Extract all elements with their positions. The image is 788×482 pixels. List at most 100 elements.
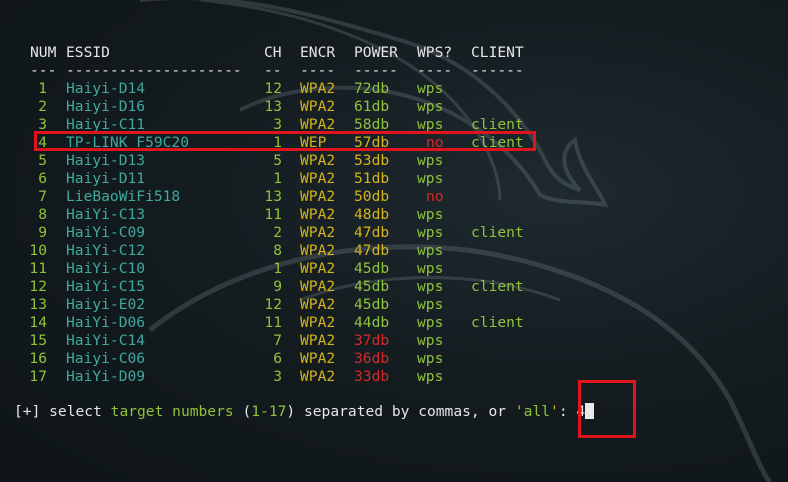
row-num: 10	[29, 242, 47, 259]
row-channel: 12	[264, 296, 282, 313]
row-power: 72db	[354, 80, 390, 97]
row-channel: 12	[264, 80, 282, 97]
row-power: 33db	[354, 368, 390, 385]
row-num: 2	[38, 98, 47, 115]
row-power: 48db	[354, 206, 390, 223]
row-power: 45db	[354, 260, 390, 277]
row-channel: 2	[273, 224, 282, 241]
row-encryption: WPA2	[300, 98, 336, 115]
row-essid: HaiYi-D09	[66, 368, 146, 385]
row-wps: wps	[417, 278, 444, 295]
row-wps: wps	[417, 98, 444, 115]
row-encryption: WPA2	[300, 368, 336, 385]
row-essid: Haiyi-E02	[66, 296, 146, 313]
separator-ch: --	[264, 62, 282, 79]
row-power: 51db	[354, 170, 390, 187]
prompt-colon: :	[558, 403, 577, 420]
row-channel: 1	[273, 170, 282, 187]
row-encryption: WPA2	[300, 332, 336, 349]
row-client: client	[471, 224, 524, 241]
separator-client: ------	[471, 62, 524, 79]
row-essid: Haiyi-D16	[66, 98, 146, 115]
row-num: 8	[38, 206, 47, 223]
row-wps: wps	[417, 368, 444, 385]
prompt-text-separated: ) separated by commas, or	[286, 403, 515, 420]
row-essid: Haiyi-D14	[66, 80, 146, 97]
row-num: 16	[29, 350, 47, 367]
row-num: 7	[38, 188, 47, 205]
row-power: 47db	[354, 242, 390, 259]
row-encryption: WPA2	[300, 350, 336, 367]
header-client: CLIENT	[471, 44, 524, 61]
header-wps: WPS?	[417, 44, 453, 61]
row-essid: LieBaoWiFi518	[66, 188, 181, 205]
row-wps: wps	[417, 80, 444, 97]
row-power: 53db	[354, 152, 390, 169]
row-client: client	[471, 314, 524, 331]
row-essid: HaiYi-D06	[66, 314, 146, 331]
separator-encr: ----	[300, 62, 336, 79]
row-wps: wps	[417, 206, 444, 223]
row-wps: wps	[417, 242, 444, 259]
row-power: 44db	[354, 314, 390, 331]
input-highlight	[578, 380, 636, 438]
row-channel: 11	[264, 206, 282, 223]
selected-target-highlight	[34, 131, 536, 151]
prompt-prefix: [+]	[14, 403, 41, 420]
separator-num: ---	[30, 62, 57, 79]
prompt-text-select: select	[40, 403, 111, 420]
row-essid: Haiyi-C06	[66, 350, 146, 367]
row-encryption: WPA2	[300, 80, 336, 97]
row-num: 9	[38, 224, 47, 241]
row-num: 17	[29, 368, 47, 385]
row-encryption: WPA2	[300, 242, 336, 259]
row-encryption: WPA2	[300, 188, 336, 205]
header-num: NUM	[30, 44, 57, 61]
row-power: 45db	[354, 278, 390, 295]
row-power: 36db	[354, 350, 390, 367]
row-encryption: WPA2	[300, 224, 336, 241]
row-num: 6	[38, 170, 47, 187]
row-channel: 5	[273, 152, 282, 169]
row-channel: 11	[264, 314, 282, 331]
row-num: 11	[29, 260, 47, 277]
terminal-window: NUM ESSID CH ENCR POWER WPS? CLIENT --- …	[0, 0, 788, 482]
prompt-open-paren: (	[233, 403, 252, 420]
row-wps: wps	[417, 152, 444, 169]
row-wps: wps	[417, 170, 444, 187]
row-power: 37db	[354, 332, 390, 349]
row-num: 12	[29, 278, 47, 295]
row-power: 45db	[354, 296, 390, 313]
row-encryption: WPA2	[300, 278, 336, 295]
row-num: 1	[38, 80, 47, 97]
row-essid: HaiYi-C13	[66, 206, 146, 223]
row-wps: wps	[417, 260, 444, 277]
header-essid: ESSID	[66, 44, 110, 61]
row-num: 13	[29, 296, 47, 313]
prompt-quote-open: '	[514, 403, 524, 420]
separator-power: -----	[354, 62, 398, 79]
row-wps: wps	[417, 332, 444, 349]
prompt-quote-close: '	[550, 403, 559, 420]
row-essid: HaiYi-C14	[66, 332, 146, 349]
row-wps: no	[426, 188, 444, 205]
row-wps: wps	[417, 224, 444, 241]
row-num: 15	[29, 332, 47, 349]
prompt-range: 1-17	[251, 403, 287, 420]
row-wps: wps	[417, 314, 444, 331]
header-ch: CH	[264, 44, 282, 61]
table-separator-row: --- -------------------- -- ---- ----- -…	[0, 62, 524, 80]
prompt-all-option: all	[523, 403, 551, 420]
row-client: client	[471, 278, 524, 295]
row-essid: HaiYi-C09	[66, 224, 146, 241]
row-wps: wps	[417, 350, 444, 367]
row-power: 61db	[354, 98, 390, 115]
row-encryption: WPA2	[300, 314, 336, 331]
row-channel: 13	[264, 188, 282, 205]
row-encryption: WPA2	[300, 206, 336, 223]
header-encr: ENCR	[300, 44, 336, 61]
row-power: 47db	[354, 224, 390, 241]
row-channel: 9	[273, 278, 282, 295]
row-encryption: WPA2	[300, 296, 336, 313]
row-num: 14	[29, 314, 47, 331]
